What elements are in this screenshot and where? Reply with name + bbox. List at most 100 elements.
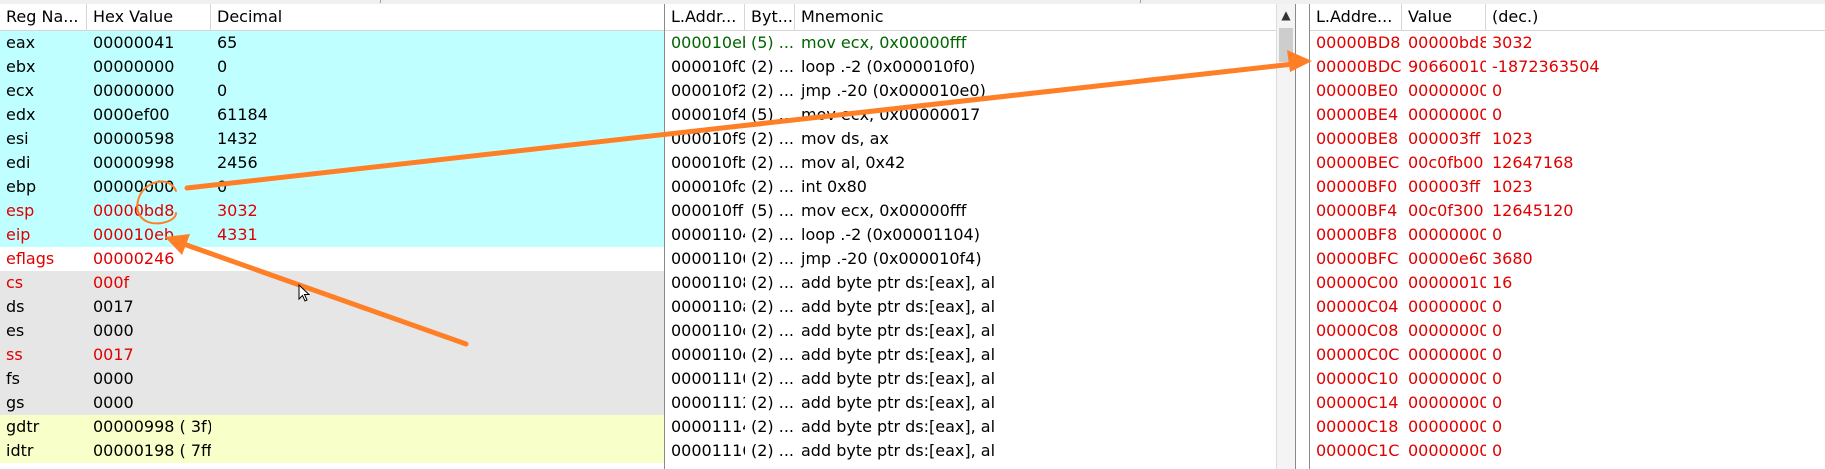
memory-row[interactable]: 00000BEC 00c0fb00 12647168 [1310,151,1825,175]
col-header-decimal[interactable]: Decimal [211,4,664,30]
register-decimal-value [211,295,411,319]
register-row-eip[interactable]: eip 000010eb 4331 [0,223,664,247]
instruction-row[interactable]: 00001110 (2) ... add byte ptr ds:[eax], al [665,367,1295,391]
scroll-up-arrow-icon[interactable]: ▲ [1277,6,1295,24]
register-row-esi[interactable]: esi 00000598 1432 [0,127,664,151]
register-row-gs[interactable]: gs 0000 [0,391,664,415]
disassembly-scrollbar[interactable]: ▲ [1276,4,1295,469]
col-header-bytes[interactable]: Byt... [745,4,795,30]
register-decimal-value [211,391,411,415]
memory-decimal: 0 [1492,345,1503,364]
col-header-mnemonic[interactable]: Mnemonic [795,4,1275,30]
memory-row[interactable]: 00000BF8 00000000 0 [1310,223,1825,247]
instruction-address: 000010f9 [671,129,745,148]
register-row-cs[interactable]: cs 000f [0,271,664,295]
memory-decimal: 1023 [1492,129,1533,148]
register-row-ds[interactable]: ds 0017 [0,295,664,319]
instruction-mnemonic: add byte ptr ds:[eax], al [801,441,996,460]
instruction-row[interactable]: 000010ff (5) ... mov ecx, 0x00000fff [665,199,1295,223]
register-row-esp[interactable]: esp 00000bd8 3032 [0,199,664,223]
memory-address: 00000C04 [1316,297,1399,316]
instruction-row[interactable]: 0000110c (2) ... add byte ptr ds:[eax], al [665,319,1295,343]
register-row-ecx[interactable]: ecx 00000000 0 [0,79,664,103]
memory-address: 00000C10 [1316,369,1399,388]
instruction-bytes: (2) ... [751,393,795,412]
memory-row[interactable]: 00000BD8 00000bd8 3032 [1310,31,1825,55]
instruction-row[interactable]: 000010fb (2) ... mov al, 0x42 [665,151,1295,175]
memory-row[interactable]: 00000C14 00000000 0 [1310,391,1825,415]
instruction-row[interactable]: 000010eb (5) ... mov ecx, 0x00000fff [665,31,1295,55]
register-row-idtr[interactable]: idtr 00000198 ( 7ff) [0,439,664,463]
register-hex-value: 0017 [93,345,134,364]
register-hex-value: 00000598 [93,129,175,148]
register-row-ebp[interactable]: ebp 00000000 0 [0,175,664,199]
memory-row[interactable]: 00000BFC 00000e60 3680 [1310,247,1825,271]
instruction-row[interactable]: 00001112 (2) ... add byte ptr ds:[eax], al [665,391,1295,415]
scrollbar-thumb[interactable] [1279,28,1293,62]
memory-row[interactable]: 00000C10 00000000 0 [1310,367,1825,391]
register-row-fs[interactable]: fs 0000 [0,367,664,391]
instruction-row[interactable]: 000010f0 (2) ... loop .-2 (0x000010f0) [665,55,1295,79]
memory-row[interactable]: 00000BDC 90660010 -1872363504 [1310,55,1825,79]
memory-address: 00000BF0 [1316,177,1398,196]
col-header-mem-address[interactable]: L.Addre... [1310,4,1402,30]
register-hex-value: 0017 [93,297,134,316]
memory-row[interactable]: 00000C0C 00000000 0 [1310,343,1825,367]
memory-decimal: 0 [1492,393,1503,412]
top-tab-strip-2 [380,0,1141,3]
col-header-hex-value[interactable]: Hex Value [87,4,211,30]
register-decimal-value [211,415,411,439]
col-header-address[interactable]: L.Addr... [665,4,745,30]
instruction-row[interactable]: 00001114 (2) ... add byte ptr ds:[eax], al [665,415,1295,439]
memory-row[interactable]: 00000BE0 00000000 0 [1310,79,1825,103]
register-row-es[interactable]: es 0000 [0,319,664,343]
instruction-address: 000010f2 [671,81,745,100]
registers-header: Reg Na... Hex Value Decimal [0,4,664,31]
memory-address: 00000BE4 [1316,105,1399,124]
memory-row[interactable]: 00000C00 00000010 16 [1310,271,1825,295]
instruction-row[interactable]: 00001104 (2) ... loop .-2 (0x00001104) [665,223,1295,247]
memory-value: 00000000 [1408,321,1486,340]
instruction-mnemonic: mov ecx, 0x00000fff [801,33,967,52]
instruction-row[interactable]: 00001106 (2) ... jmp .-20 (0x000010f4) [665,247,1295,271]
memory-row[interactable]: 00000C08 00000000 0 [1310,319,1825,343]
instruction-bytes: (2) ... [751,177,795,196]
col-header-mem-value[interactable]: Value [1402,4,1486,30]
memory-row[interactable]: 00000BE4 00000000 0 [1310,103,1825,127]
instruction-row[interactable]: 00001108 (2) ... add byte ptr ds:[eax], al [665,271,1295,295]
register-row-gdtr[interactable]: gdtr 00000998 ( 3f) [0,415,664,439]
register-row-ebx[interactable]: ebx 00000000 0 [0,55,664,79]
instruction-row[interactable]: 000010f9 (2) ... mov ds, ax [665,127,1295,151]
register-hex-value: 00000998 [93,153,175,172]
instruction-row[interactable]: 000010fd (2) ... int 0x80 [665,175,1295,199]
register-row-ss[interactable]: ss 0017 [0,343,664,367]
instruction-row[interactable]: 000010f2 (2) ... jmp .-20 (0x000010e0) [665,79,1295,103]
register-hex-value: 0000 [93,321,134,340]
col-header-reg-name[interactable]: Reg Na... [0,4,87,30]
register-row-eax[interactable]: eax 00000041 65 [0,31,664,55]
memory-row[interactable]: 00000C18 00000000 0 [1310,415,1825,439]
memory-row[interactable]: 00000BE8 000003ff 1023 [1310,127,1825,151]
register-row-eflags[interactable]: eflags 00000246 [0,247,664,271]
memory-row[interactable]: 00000BF0 000003ff 1023 [1310,175,1825,199]
memory-list: 00000BD8 00000bd8 3032 00000BDC 90660010 -187… [1310,31,1825,463]
instruction-row[interactable]: 0000110a (2) ... add byte ptr ds:[eax], al [665,295,1295,319]
instruction-row[interactable]: 000010f4 (5) ... mov ecx, 0x00000017 [665,103,1295,127]
memory-value: 00000000 [1408,417,1486,436]
instruction-mnemonic: loop .-2 (0x00001104) [801,225,980,244]
instruction-bytes: (2) ... [751,417,795,436]
register-row-edi[interactable]: edi 00000998 2456 [0,151,664,175]
memory-row[interactable]: 00000C04 00000000 0 [1310,295,1825,319]
memory-decimal: -1872363504 [1492,57,1600,76]
memory-decimal: 0 [1492,297,1503,316]
memory-row[interactable]: 00000C1C 00000000 0 [1310,439,1825,463]
instruction-row[interactable]: 0000110e (2) ... add byte ptr ds:[eax], al [665,343,1295,367]
instruction-bytes: (2) ... [751,369,795,388]
register-row-edx[interactable]: edx 0000ef00 61184 [0,103,664,127]
instruction-row[interactable]: 00001116 (2) ... add byte ptr ds:[eax], al [665,439,1295,463]
instruction-address: 00001114 [671,417,745,436]
memory-row[interactable]: 00000BF4 00c0f300 12645120 [1310,199,1825,223]
memory-value: 00000010 [1408,273,1486,292]
memory-decimal: 0 [1492,369,1503,388]
col-header-mem-dec[interactable]: (dec.) [1486,4,1825,30]
